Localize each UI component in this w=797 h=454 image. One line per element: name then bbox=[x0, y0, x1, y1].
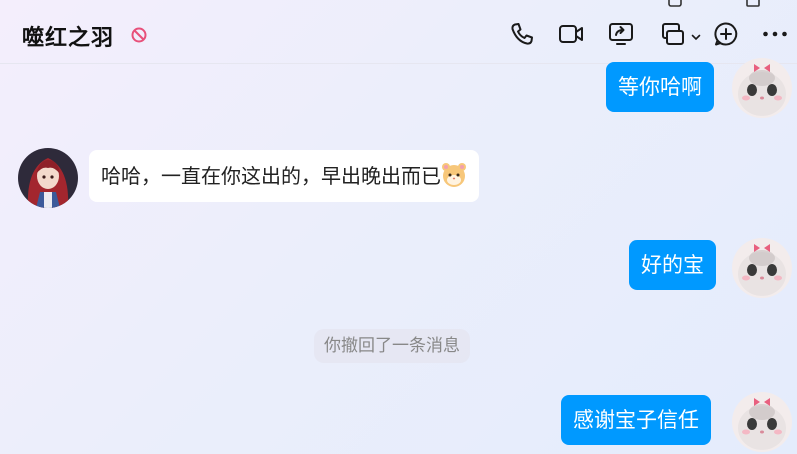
recall-notice: 你撤回了一条消息 bbox=[314, 329, 470, 363]
outgoing-message-bubble[interactable]: 好的宝 bbox=[629, 240, 716, 290]
my-avatar[interactable] bbox=[732, 392, 792, 452]
chat-title[interactable]: 噬红之羽 bbox=[22, 20, 114, 52]
remote-control-icon[interactable] bbox=[660, 21, 686, 47]
video-call-icon[interactable] bbox=[558, 21, 584, 47]
contact-avatar[interactable] bbox=[18, 148, 78, 208]
screen-share-icon[interactable] bbox=[608, 21, 634, 47]
edit-icon[interactable] bbox=[668, 0, 682, 7]
chevron-down-icon[interactable] bbox=[690, 28, 702, 41]
window-icon[interactable] bbox=[746, 0, 760, 7]
more-icon[interactable] bbox=[762, 21, 788, 47]
hamster-emoji-icon bbox=[441, 155, 467, 187]
outgoing-message-bubble[interactable]: 感谢宝子信任 bbox=[561, 395, 711, 445]
phone-icon[interactable] bbox=[509, 21, 535, 47]
chat-header: 噬红之羽 bbox=[0, 0, 797, 64]
my-avatar[interactable] bbox=[732, 58, 792, 118]
add-member-icon[interactable] bbox=[713, 21, 739, 47]
outgoing-message-bubble[interactable]: 等你哈啊 bbox=[606, 62, 714, 112]
incoming-message-text: 哈哈，一直在你这出的，早出晚出而已 bbox=[101, 164, 441, 188]
no-disturb-icon bbox=[130, 26, 148, 44]
incoming-message-bubble[interactable]: 哈哈，一直在你这出的，早出晚出而已 bbox=[89, 150, 479, 202]
my-avatar[interactable] bbox=[732, 238, 792, 298]
